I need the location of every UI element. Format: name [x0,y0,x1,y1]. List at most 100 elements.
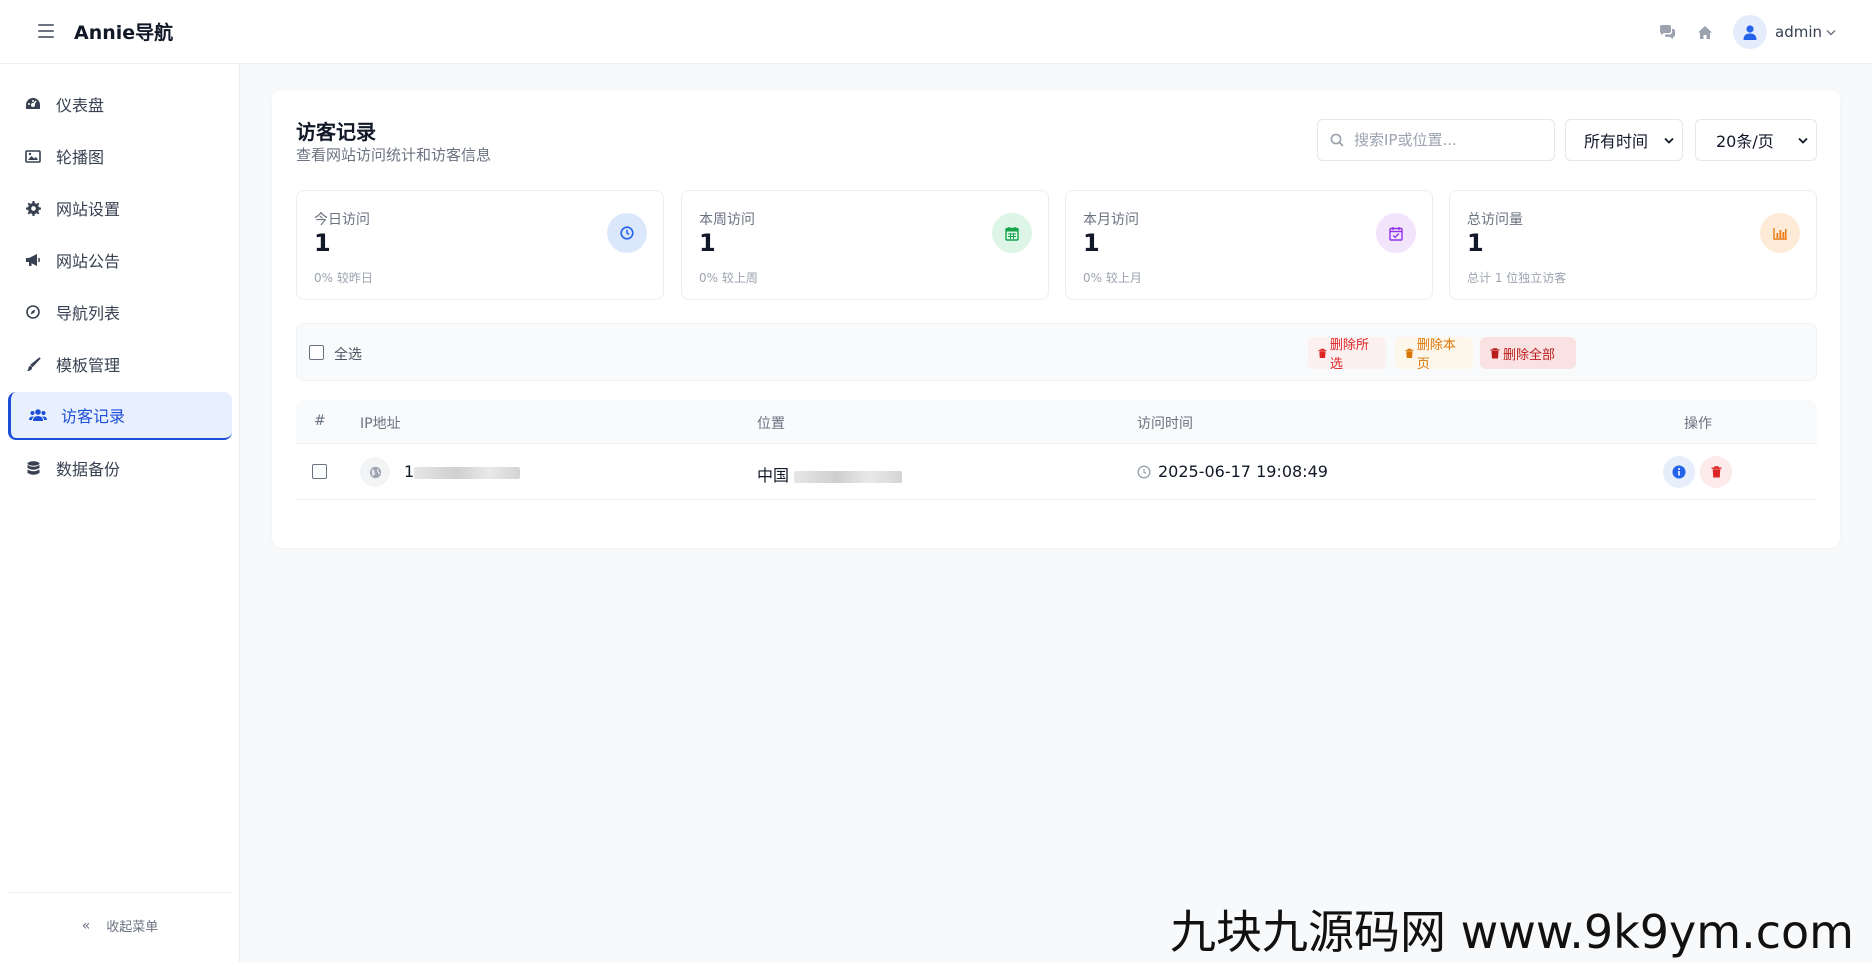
dashboard-icon [24,95,42,113]
globe-icon [360,457,390,487]
collapse-label: 收起菜单 [106,920,159,935]
visitor-records-card: 访客记录 查看网站访问统计和访客信息 所有时间 20条/页 今日访问 1 0% … [272,90,1840,548]
compass-icon [24,303,42,321]
stat-card-total: 总访问量 1 总计 1 位独立访客 [1449,190,1817,300]
stat-card-month: 本月访问 1 0% 较上月 [1065,190,1433,300]
delete-page-button[interactable]: 删除本页 [1395,337,1473,372]
delete-selected-label: 删除所选 [1329,338,1369,372]
time-filter-select[interactable]: 所有时间 [1565,119,1683,161]
stat-value: 1 [1083,229,1100,257]
header-actions: admin [1639,14,1836,50]
view-details-button[interactable] [1663,456,1695,488]
sidebar-item-visitors[interactable]: 访客记录 [8,392,232,440]
avatar[interactable] [1733,15,1767,49]
sidebar-item-site-settings[interactable]: 网站设置 [8,184,232,232]
trash-icon [1405,348,1414,358]
redacted-location [794,470,903,483]
sidebar-item-label: 轮播图 [56,148,105,167]
ip-address: 1 [404,462,521,481]
visit-time: 2025-06-17 19:08:49 [1158,462,1328,481]
watermark: 九块九源码网 www.9k9ym.com [1170,905,1854,959]
megaphone-icon [24,251,42,269]
sidebar-item-dashboard[interactable]: 仪表盘 [8,80,232,128]
stat-label: 总访问量 [1467,212,1523,228]
trash-icon [1711,466,1721,478]
select-all-checkbox[interactable] [309,345,324,360]
stat-value: 1 [314,229,331,257]
clock-icon [607,213,647,253]
sidebar-item-templates[interactable]: 模板管理 [8,340,232,388]
chevron-down-icon [1798,137,1808,144]
sidebar-item-label: 模板管理 [56,356,121,375]
select-all-label: 全选 [334,347,362,363]
column-header-ip: IP地址 [360,416,401,432]
sidebar: 仪表盘 轮播图 网站设置 网站公告 导航列表 模板管理 访客记录 数据备份 « … [0,64,240,962]
bulk-actions-toolbar: 全选 删除所选 删除本页 删除全部 [296,323,1817,381]
info-icon [1672,465,1686,479]
delete-all-label: 删除全部 [1503,347,1556,363]
stat-label: 本月访问 [1083,212,1139,228]
brush-icon [24,355,42,373]
clock-icon [1137,465,1151,479]
chevron-down-icon [1826,29,1836,35]
sidebar-item-label: 数据备份 [56,460,121,479]
top-header: Annie导航 admin [0,0,1872,64]
search-icon [1330,133,1344,147]
sidebar-divider [8,892,232,893]
sidebar-item-carousel[interactable]: 轮播图 [8,132,232,180]
page-size-select[interactable]: 20条/页 [1695,119,1817,161]
calendar-icon [992,213,1032,253]
user-name: admin [1775,23,1822,41]
search-input[interactable] [1354,131,1534,149]
sidebar-item-announcement[interactable]: 网站公告 [8,236,232,284]
stat-label: 今日访问 [314,212,370,228]
visitor-table: # IP地址 位置 访问时间 操作 1 中国 2025-06-17 19:08:… [296,400,1817,500]
sidebar-item-label: 访客记录 [61,407,126,426]
sidebar-item-label: 网站公告 [56,252,121,271]
page-title: 访客记录 [296,120,376,144]
search-box [1317,119,1555,161]
location-prefix: 中国 [757,466,790,485]
ip-prefix: 1 [404,462,415,481]
double-chevron-left-icon: « [81,917,91,934]
stat-value: 1 [699,229,716,257]
stat-label: 本周访问 [699,212,755,228]
column-header-location: 位置 [757,416,785,432]
location: 中国 [757,462,903,486]
delete-row-button[interactable] [1700,456,1732,488]
chat-icon[interactable] [1657,22,1677,42]
delete-page-label: 删除本页 [1416,338,1456,372]
table-row: 1 中国 2025-06-17 19:08:49 [296,444,1817,500]
stat-card-today: 今日访问 1 0% 较昨日 [296,190,664,300]
stat-value: 1 [1467,229,1484,257]
brand-title: Annie导航 [74,22,174,44]
bar-chart-icon [1760,213,1800,253]
menu-toggle-icon[interactable] [38,24,54,38]
column-header-actions: 操作 [1684,416,1712,432]
sidebar-item-nav-list[interactable]: 导航列表 [8,288,232,336]
chevron-down-icon [1664,137,1674,144]
sidebar-item-label: 网站设置 [56,200,121,219]
users-icon [29,406,47,424]
delete-all-button[interactable]: 删除全部 [1480,337,1576,369]
trash-icon [1318,348,1327,358]
time-filter-value: 所有时间 [1584,132,1649,151]
stat-card-week: 本周访问 1 0% 较上周 [681,190,1049,300]
stat-note: 0% 较上周 [699,271,758,285]
collapse-menu-button[interactable]: « 收起菜单 [0,916,240,936]
home-icon[interactable] [1695,22,1715,42]
database-icon [24,459,42,477]
user-menu[interactable]: admin [1775,23,1836,41]
delete-selected-button[interactable]: 删除所选 [1308,337,1386,372]
trash-icon [1490,347,1500,358]
row-checkbox[interactable] [312,464,327,479]
page-subtitle: 查看网站访问统计和访客信息 [296,146,492,164]
calendar-check-icon [1376,213,1416,253]
stat-note: 总计 1 位独立访客 [1467,271,1567,285]
stat-note: 0% 较昨日 [314,271,373,285]
sidebar-item-backup[interactable]: 数据备份 [8,444,232,492]
sidebar-item-label: 仪表盘 [56,96,105,115]
sidebar-item-label: 导航列表 [56,304,121,323]
column-header-time: 访问时间 [1137,416,1193,432]
table-header: # IP地址 位置 访问时间 操作 [296,400,1817,444]
